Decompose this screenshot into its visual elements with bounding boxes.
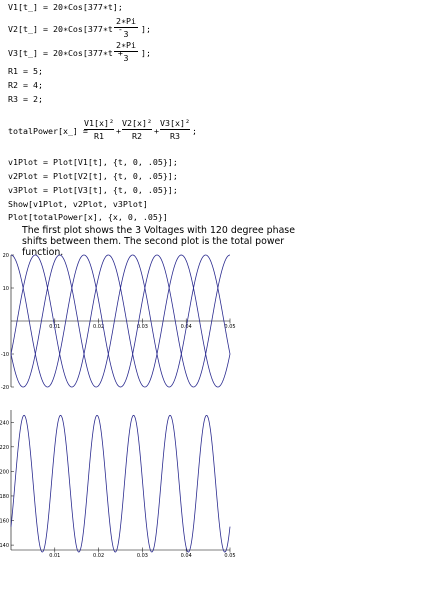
fraction-numerator: 2∗Pi (116, 40, 136, 50)
code-line-show: Show[v1Plot, v2Plot, v3Plot] (8, 199, 148, 209)
fraction-bar (84, 129, 114, 130)
fraction-numerator: V1[x]² (84, 118, 114, 128)
y-tick-label: 10 (3, 286, 9, 292)
power-term-3: V3[x]² R3 (160, 118, 190, 141)
code-line-v2plot: v2Plot = Plot[V2[t], {t, 0, .05}]; (8, 171, 178, 181)
semicolon: ; (192, 126, 197, 136)
y-tick-label: -20 (1, 385, 9, 391)
v3-fraction: 2∗Pi 3 (114, 40, 138, 63)
code-line-v1: V1[t_] = 20∗Cos[377∗t]; (8, 2, 123, 12)
plus-sign: + (116, 126, 121, 136)
code-line-v3-suffix: ]; (141, 48, 151, 58)
fraction-numerator: V2[x]² (122, 118, 152, 128)
y-tick-label: 140 (0, 543, 9, 549)
fraction-denominator: R2 (132, 131, 142, 141)
code-line-r1: R1 = 5; (8, 66, 43, 76)
x-tick-label: 0.04 (181, 553, 192, 559)
x-tick-label: 0.03 (137, 553, 148, 559)
code-line-v2-prefix: V2[t_] = 20∗Cos[377∗t - (8, 24, 123, 34)
code-line-power-plot: Plot[totalPower[x], {x, 0, .05}] (8, 212, 168, 222)
y-tick-label: 240 (0, 420, 9, 426)
code-line-v1plot: v1Plot = Plot[V1[t], {t, 0, .05}]; (8, 157, 178, 167)
power-term-2: V2[x]² R2 (122, 118, 152, 141)
x-tick-label: 0.03 (137, 324, 148, 330)
fraction-bar (160, 129, 190, 130)
fraction-denominator: R1 (94, 131, 104, 141)
fraction-numerator: V3[x]² (160, 118, 190, 128)
code-line-totalpower-prefix: totalPower[x_] = (8, 126, 88, 136)
fraction-bar (122, 129, 152, 130)
series-line-1 (10, 414, 231, 553)
x-tick-label: 0.01 (49, 553, 60, 559)
y-tick-label: -10 (1, 352, 9, 358)
code-line-v3-prefix: V3[t_] = 20∗Cos[377∗t + (8, 48, 123, 58)
x-tick-label: 0.05 (224, 324, 235, 330)
plus-sign: + (154, 126, 159, 136)
voltage-plot: 0.01 0.02 0.03 0.04 0.052010-10-20 (1, 253, 236, 391)
total-power-plot: 0.01 0.02 0.03 0.04 0.05 240 220 200 180 160 140 (0, 410, 236, 559)
code-line-r3: R3 = 2; (8, 94, 43, 104)
y-tick-label: 20 (3, 253, 9, 259)
x-tick-label: 0.02 (93, 324, 104, 330)
y-tick-label: 200 (0, 469, 9, 475)
x-tick-label: 0.02 (93, 553, 104, 559)
x-tick-label: 0.05 (224, 553, 235, 559)
y-tick-label: 220 (0, 445, 9, 451)
code-line-v2-suffix: ]; (141, 24, 151, 34)
y-tick-label: 160 (0, 519, 9, 525)
y-tick-label: 180 (0, 494, 9, 500)
fraction-denominator: R3 (170, 131, 180, 141)
code-line-v3plot: v3Plot = Plot[V3[t], {t, 0, .05}]; (8, 185, 178, 195)
fraction-bar (114, 27, 138, 28)
fraction-numerator: 2∗Pi (116, 16, 136, 26)
v2-fraction: 2∗Pi 3 (114, 16, 138, 39)
code-line-r2: R2 = 4; (8, 80, 43, 90)
power-term-1: V1[x]² R1 (84, 118, 114, 141)
fraction-bar (114, 51, 138, 52)
fraction-denominator: 3 (123, 29, 129, 39)
fraction-denominator: 3 (123, 53, 129, 63)
